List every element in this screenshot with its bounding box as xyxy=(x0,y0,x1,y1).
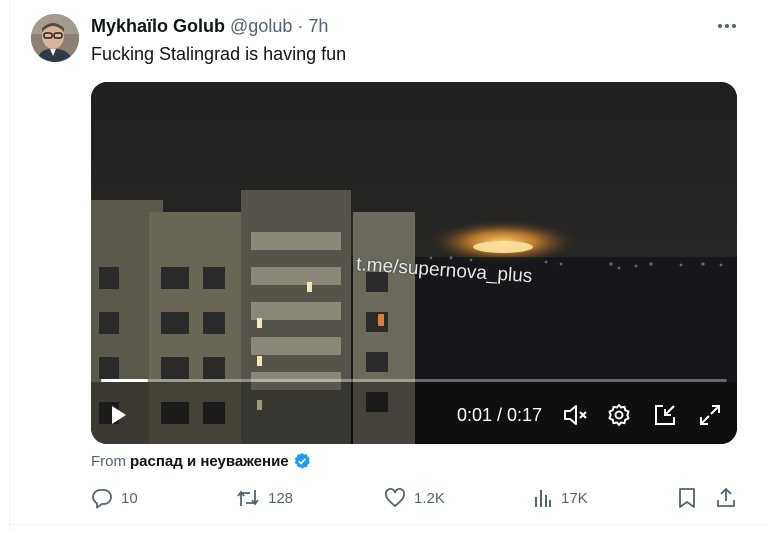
left-divider xyxy=(9,0,10,533)
like-count: 1.2K xyxy=(414,489,445,507)
more-button[interactable] xyxy=(712,14,742,38)
settings-button[interactable] xyxy=(604,400,634,430)
author-handle[interactable]: @golub xyxy=(230,16,292,36)
bottom-divider xyxy=(9,524,768,525)
verified-icon xyxy=(294,452,310,469)
video-progress-bar[interactable] xyxy=(101,379,727,382)
fullscreen-icon xyxy=(700,405,720,425)
bookmark-icon xyxy=(679,488,695,508)
post-time[interactable]: 7h xyxy=(308,16,328,36)
mute-icon xyxy=(564,405,587,425)
repost-icon xyxy=(237,490,259,506)
reply-button[interactable]: 10 xyxy=(91,487,138,509)
separator-dot: · xyxy=(297,16,304,36)
post-header: Mykhaïlo Golub @golub · 7h xyxy=(91,16,328,37)
more-icon xyxy=(718,24,736,28)
reply-icon xyxy=(92,489,112,509)
like-button[interactable]: 1.2K xyxy=(384,487,445,509)
reply-count: 10 xyxy=(121,489,138,507)
repost-count: 128 xyxy=(268,489,294,507)
source-name[interactable]: распад и неуважение xyxy=(130,453,289,470)
post-text: Fucking Stalingrad is having fun xyxy=(91,44,347,64)
views-button[interactable]: 17K xyxy=(533,487,588,509)
picture-in-picture-button[interactable] xyxy=(650,400,680,430)
play-icon xyxy=(112,406,126,424)
video-progress-fill xyxy=(101,379,148,382)
views-count: 17K xyxy=(561,489,588,507)
video-timecode: 0:01 / 0:17 xyxy=(457,405,543,425)
share-button[interactable] xyxy=(715,487,745,509)
video-source: From распад и неуважение xyxy=(91,452,311,470)
share-icon xyxy=(717,487,735,507)
avatar[interactable] xyxy=(31,14,79,62)
mute-button[interactable] xyxy=(560,400,590,430)
pip-icon xyxy=(655,405,675,425)
fullscreen-button[interactable] xyxy=(695,400,725,430)
video-player[interactable]: t.me/supernova_plus 0:01 / 0:17 xyxy=(91,82,737,444)
bookmark-button[interactable] xyxy=(677,487,705,509)
repost-button[interactable]: 128 xyxy=(236,487,293,509)
settings-icon xyxy=(608,404,630,426)
play-button[interactable] xyxy=(103,400,133,430)
author-name[interactable]: Mykhaïlo Golub xyxy=(91,16,225,36)
source-label: From xyxy=(91,452,126,470)
views-icon xyxy=(535,490,551,507)
like-icon xyxy=(385,488,405,507)
